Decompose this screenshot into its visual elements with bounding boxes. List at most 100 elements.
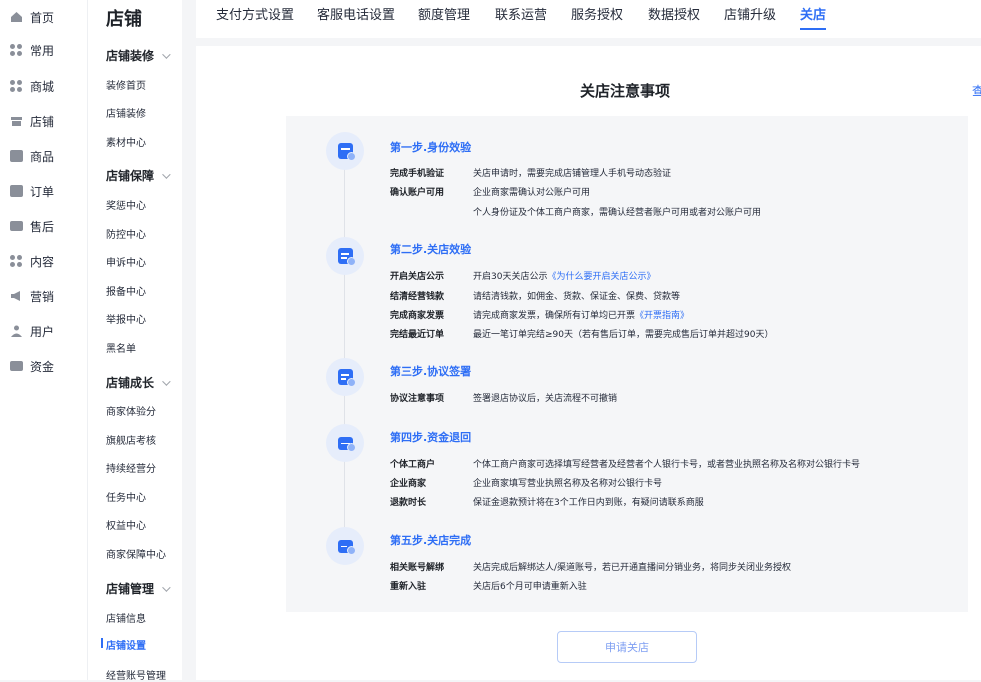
sidebar-item[interactable]: 店铺信息 bbox=[106, 610, 146, 625]
group-label: 店铺成长 bbox=[106, 376, 155, 390]
view-link[interactable]: 查 bbox=[972, 82, 981, 99]
nav-item-label: 商品 bbox=[30, 149, 55, 164]
nav-item-content[interactable]: 内容 bbox=[10, 251, 54, 271]
sidebar-group-decoration[interactable]: 店铺装修 bbox=[106, 47, 171, 64]
secondary-sidebar: 店铺 店铺装修 装修首页 店铺装修 素材中心 店铺保障 奖惩中心 防控中心 申诉… bbox=[88, 0, 182, 682]
apply-close-store-button[interactable]: 申请关店 bbox=[557, 631, 697, 663]
nav-item-label: 订单 bbox=[30, 184, 55, 199]
sidebar-item[interactable]: 任务中心 bbox=[106, 489, 146, 504]
nav-item-label: 店铺 bbox=[30, 114, 55, 129]
row-label: 完结最近订单 bbox=[390, 330, 445, 340]
sidebar-item[interactable]: 店铺装修 bbox=[106, 105, 146, 120]
sidebar-item[interactable]: 防控中心 bbox=[106, 226, 146, 241]
sidebar-item[interactable]: 奖惩中心 bbox=[106, 197, 146, 212]
step-title: 第五步.关店完成 bbox=[390, 534, 472, 547]
step-row: 完成手机验证 关店申请时，需要完成店铺管理人手机号动态验证 bbox=[390, 166, 671, 179]
tab-data-auth[interactable]: 数据授权 bbox=[648, 4, 700, 23]
notice-panel bbox=[286, 116, 968, 612]
row-value: 个人身份证及个体工商户商家，需确认经营者账户可用或者对公账户可用 bbox=[473, 208, 762, 218]
step-title: 第三步.协议签署 bbox=[390, 365, 472, 378]
row-value: 保证金退款预计将在3个工作日内到账，有疑问请联系商服 bbox=[473, 498, 704, 508]
row-value: 关店后6个月可申请重新入驻 bbox=[473, 582, 587, 592]
sidebar-item[interactable]: 商家体验分 bbox=[106, 403, 156, 418]
step-row: 相关账号解绑 关店完成后解绑达人/渠道账号，若已开通直播间分销业务，将同步关闭业务… bbox=[390, 560, 791, 573]
chevron-down-icon bbox=[162, 49, 171, 59]
nav-item-common[interactable]: 常用 bbox=[10, 40, 54, 60]
invoice-guide-link[interactable]: 《开票指南》 bbox=[635, 308, 689, 321]
group-label: 店铺管理 bbox=[106, 582, 155, 596]
store-check-icon bbox=[326, 237, 364, 275]
document-icon bbox=[10, 185, 23, 197]
nav-item-mall[interactable]: 商城 bbox=[10, 76, 54, 96]
row-label: 个体工商户 bbox=[390, 460, 436, 470]
nav-item-store[interactable]: 店铺 bbox=[10, 111, 54, 131]
nav-item-after-sale[interactable]: 售后 bbox=[10, 216, 54, 236]
sidebar-item[interactable]: 装修首页 bbox=[106, 77, 146, 92]
grid-icon bbox=[10, 255, 23, 267]
step-row: 协议注意事项 签署退店协议后，关店流程不可撤销 bbox=[390, 391, 617, 404]
agreement-sign-icon bbox=[326, 358, 364, 396]
box-icon bbox=[10, 150, 23, 162]
step-row: 企业商家 企业商家填写营业执照名称及名称对公银行卡号 bbox=[390, 476, 662, 489]
user-icon bbox=[10, 325, 23, 337]
nav-item-label: 营销 bbox=[30, 289, 55, 304]
row-label: 退款时长 bbox=[390, 498, 427, 508]
row-label: 相关账号解绑 bbox=[390, 563, 445, 573]
tab-upgrade[interactable]: 店铺升级 bbox=[724, 4, 776, 23]
funds-return-icon bbox=[326, 424, 364, 462]
row-value: 签署退店协议后，关店流程不可撤销 bbox=[473, 394, 618, 404]
megaphone-icon bbox=[10, 290, 23, 302]
tab-close-store[interactable]: 关店 bbox=[800, 4, 826, 23]
nav-item-users[interactable]: 用户 bbox=[10, 321, 54, 341]
nav-item-home[interactable]: 首页 bbox=[10, 7, 54, 27]
row-label: 协议注意事项 bbox=[390, 394, 445, 404]
sidebar-item[interactable]: 权益中心 bbox=[106, 517, 146, 532]
sidebar-item[interactable]: 持续经营分 bbox=[106, 460, 156, 475]
tab-service-phone[interactable]: 客服电话设置 bbox=[317, 4, 395, 23]
step-row: 完结最近订单 最近一笔订单完结≥90天（若有售后订单，需要完成售后订单并超过90天… bbox=[390, 327, 773, 340]
step-row: 开启关店公示 开启30天关店公示 《为什么要开启关店公示》 bbox=[390, 269, 655, 282]
sidebar-item-store-settings[interactable]: 店铺设置 bbox=[106, 637, 146, 652]
sidebar-item[interactable]: 黑名单 bbox=[106, 340, 136, 355]
row-label bbox=[390, 205, 473, 218]
row-label: 开启关店公示 bbox=[390, 272, 445, 282]
chevron-down-icon bbox=[162, 582, 171, 592]
row-value: 企业商家需确认对公账户可用 bbox=[473, 188, 591, 198]
nav-item-funds[interactable]: 资金 bbox=[10, 356, 54, 376]
identity-check-icon bbox=[326, 132, 364, 170]
step-row: 个人身份证及个体工商户商家，需确认经营者账户可用或者对公账户可用 bbox=[390, 205, 761, 218]
row-value: 开启30天关店公示 bbox=[473, 272, 548, 282]
row-value: 请完成商家发票，确保所有订单均已开票 bbox=[473, 311, 636, 321]
active-tab-underline bbox=[800, 28, 826, 30]
sidebar-group-management[interactable]: 店铺管理 bbox=[106, 580, 171, 597]
sidebar-group-growth[interactable]: 店铺成长 bbox=[106, 374, 171, 391]
close-complete-icon bbox=[326, 527, 364, 565]
sidebar-item[interactable]: 举报中心 bbox=[106, 311, 146, 326]
row-value: 请结清钱款，如佣金、货款、保证金、保费、贷款等 bbox=[473, 292, 681, 302]
grid-icon bbox=[10, 80, 23, 92]
tab-payment[interactable]: 支付方式设置 bbox=[216, 4, 294, 23]
row-label: 重新入驻 bbox=[390, 582, 427, 592]
nav-item-goods[interactable]: 商品 bbox=[10, 146, 54, 166]
why-publicize-link[interactable]: 《为什么要开启关店公示》 bbox=[547, 269, 655, 282]
sidebar-item[interactable]: 申诉中心 bbox=[106, 254, 146, 269]
row-label: 完成手机验证 bbox=[390, 169, 445, 179]
row-label: 结清经营钱款 bbox=[390, 292, 445, 302]
sidebar-item[interactable]: 素材中心 bbox=[106, 134, 146, 149]
sidebar-item[interactable]: 报备中心 bbox=[106, 283, 146, 298]
row-label: 完成商家发票 bbox=[390, 311, 445, 321]
nav-item-label: 首页 bbox=[30, 10, 55, 25]
step-row: 退款时长 保证金退款预计将在3个工作日内到账，有疑问请联系商服 bbox=[390, 495, 704, 508]
sidebar-group-guarantee[interactable]: 店铺保障 bbox=[106, 167, 171, 184]
sidebar-item[interactable]: 商家保障中心 bbox=[106, 546, 166, 561]
step-row: 个体工商户 个体工商户商家可选择填写经营者及经营者个人银行卡号，或者营业执照名称及… bbox=[390, 457, 860, 470]
nav-item-label: 用户 bbox=[30, 324, 55, 339]
row-label: 企业商家 bbox=[390, 479, 427, 489]
sidebar-item[interactable]: 旗舰店考核 bbox=[106, 432, 156, 447]
tab-service-auth[interactable]: 服务授权 bbox=[571, 4, 623, 23]
tab-quota[interactable]: 额度管理 bbox=[418, 4, 470, 23]
nav-item-marketing[interactable]: 营销 bbox=[10, 286, 54, 306]
nav-item-orders[interactable]: 订单 bbox=[10, 181, 54, 201]
tab-contact-ops[interactable]: 联系运营 bbox=[495, 4, 547, 23]
chevron-down-icon bbox=[162, 169, 171, 179]
